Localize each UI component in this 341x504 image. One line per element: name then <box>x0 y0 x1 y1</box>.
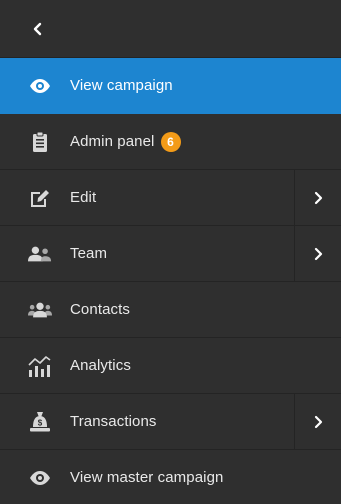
menu-item-admin-panel[interactable]: Admin panel 6 <box>0 114 341 170</box>
menu-item-view-master-campaign[interactable]: View master campaign <box>0 450 341 504</box>
menu-item-view-campaign[interactable]: View campaign <box>0 58 341 114</box>
menu-item-label: Admin panel <box>70 133 155 150</box>
menu-item-label: Team <box>70 245 108 262</box>
chevron-right-icon[interactable] <box>294 394 341 449</box>
back-button[interactable] <box>0 0 341 58</box>
eye-icon <box>28 74 52 98</box>
menu-item-team[interactable]: Team <box>0 226 341 282</box>
menu-item-analytics[interactable]: Analytics <box>0 338 341 394</box>
menu-item-label: View campaign <box>70 77 173 94</box>
team-icon <box>28 242 52 266</box>
svg-text:$: $ <box>38 418 43 427</box>
edit-icon <box>28 186 52 210</box>
contacts-icon <box>28 298 52 322</box>
menu-item-label: Transactions <box>70 413 157 430</box>
chevron-right-icon[interactable] <box>294 226 341 281</box>
money-bag-icon: $ <box>28 410 52 434</box>
menu-item-label: Analytics <box>70 357 131 374</box>
analytics-icon <box>28 354 52 378</box>
eye-icon <box>28 466 52 490</box>
menu-item-contacts[interactable]: Contacts <box>0 282 341 338</box>
notification-badge: 6 <box>160 131 181 152</box>
clipboard-icon <box>28 130 52 154</box>
chevron-left-icon <box>32 22 44 36</box>
menu-item-edit[interactable]: Edit <box>0 170 341 226</box>
chevron-right-icon[interactable] <box>294 170 341 225</box>
menu-item-transactions[interactable]: $ Transactions <box>0 394 341 450</box>
menu-item-label: Edit <box>70 189 97 206</box>
menu-item-label: View master campaign <box>70 469 224 486</box>
sidebar-menu: View campaign Admin panel 6 Edit Team Co… <box>0 0 341 504</box>
menu-item-label: Contacts <box>70 301 130 318</box>
